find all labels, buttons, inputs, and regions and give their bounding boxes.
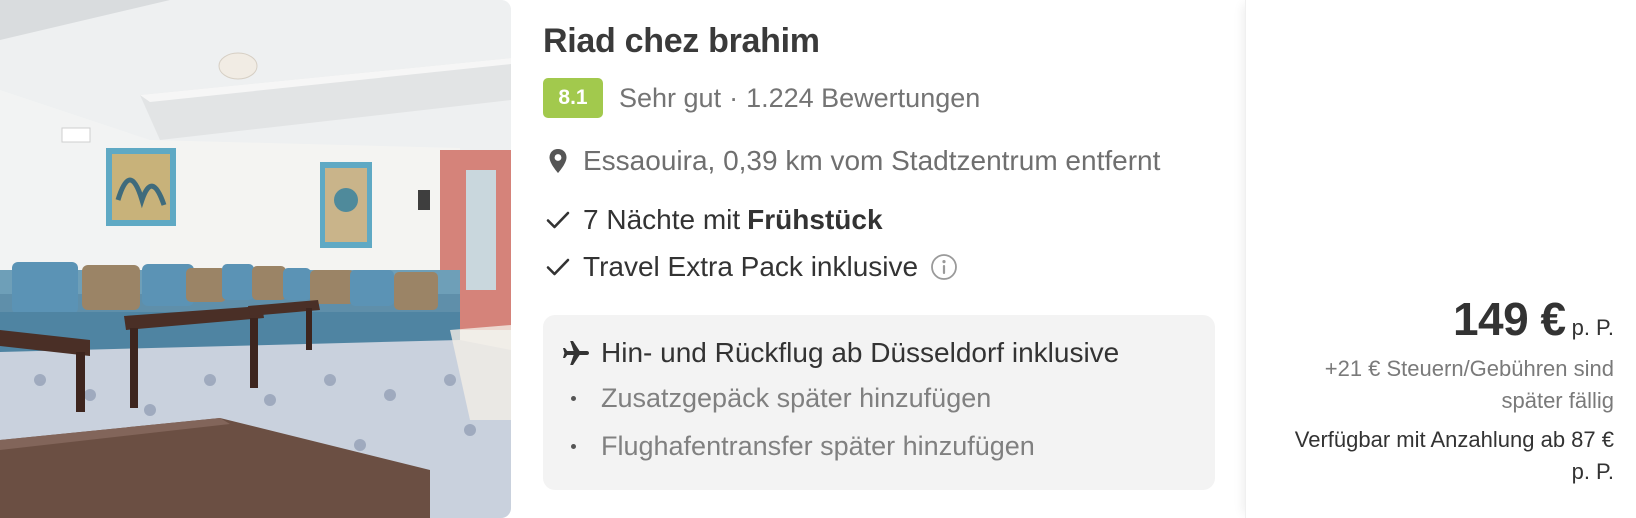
hotel-photo[interactable] [0, 0, 511, 518]
rating-score-badge: 8.1 [543, 78, 603, 118]
rating-separator: · [729, 82, 739, 113]
review-count[interactable]: 1.224 Bewertungen [746, 83, 980, 114]
extra-pack-row: Travel Extra Pack inklusive [543, 251, 958, 283]
price-row: 149 € p. P. [1453, 292, 1614, 346]
addon-item[interactable]: Zusatzgepäck später hinzufügen [571, 383, 991, 414]
flight-text: Hin- und Rückflug ab Düsseldorf inklusiv… [601, 337, 1120, 368]
fees-note: +21 € Steuern/Gebühren sind später fälli… [1324, 356, 1614, 413]
price-panel[interactable]: 149 € p. P. +21 € Steuern/Gebühren sind … [1245, 0, 1636, 518]
rating-label: Sehr gut [619, 82, 722, 113]
price-unit: p. P. [1571, 315, 1614, 340]
rating-row: 8.1 Sehr gut · 1.224 Bewertungen [543, 78, 980, 118]
location-text[interactable]: Essaouira, 0,39 km vom Stadtzentrum entf… [583, 145, 1160, 177]
hotel-photo-image [0, 0, 511, 518]
nights-text: 7 Nächte mit [583, 204, 741, 235]
extra-pack-text: Travel Extra Pack inklusive [583, 251, 919, 282]
addon-item[interactable]: Flughafentransfer später hinzufügen [571, 431, 1035, 462]
hotel-offer-card[interactable]: Riad chez brahim 8.1 Sehr gut · 1.224 Be… [0, 0, 1636, 518]
checkmark-icon [543, 205, 573, 235]
bullet-icon [571, 396, 576, 401]
hotel-name[interactable]: Riad chez brahim [543, 22, 820, 61]
flight-info-box: Hin- und Rückflug ab Düsseldorf inklusiv… [543, 315, 1215, 490]
location-row: Essaouira, 0,39 km vom Stadtzentrum entf… [543, 145, 1160, 177]
addon-label: Zusatzgepäck später hinzufügen [601, 383, 992, 413]
board-type: Frühstück [747, 204, 883, 235]
deposit-note: Verfügbar mit Anzahlung ab 87 € p. P. [1294, 427, 1614, 484]
nights-row: 7 Nächte mit Frühstück [543, 204, 883, 236]
info-icon[interactable] [930, 253, 958, 281]
bullet-icon [571, 444, 576, 449]
checkmark-icon [543, 252, 573, 282]
hotel-details: Riad chez brahim 8.1 Sehr gut · 1.224 Be… [543, 0, 1215, 518]
flight-row: Hin- und Rückflug ab Düsseldorf inklusiv… [561, 337, 1119, 369]
location-pin-icon [543, 146, 573, 176]
addon-label: Flughafentransfer später hinzufügen [601, 431, 1035, 461]
price-amount: 149 € [1452, 293, 1566, 345]
airplane-icon [561, 338, 591, 368]
